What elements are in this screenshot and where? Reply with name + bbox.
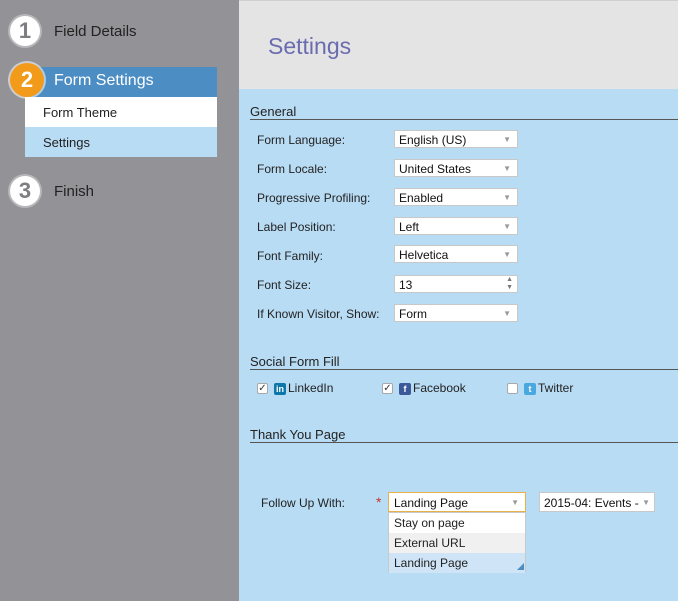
section-heading-general: General [250, 104, 297, 119]
follow-up-select[interactable]: Landing Page ▼ [388, 492, 526, 512]
social-option-twitter: t Twitter [507, 381, 607, 397]
substep-form-theme[interactable]: Form Theme [25, 97, 217, 127]
select-value: Form [399, 307, 427, 321]
dropdown-option-landing-page[interactable]: Landing Page [389, 553, 525, 573]
resize-grip-icon[interactable] [517, 563, 524, 570]
social-option-facebook: ✓ f Facebook [382, 381, 482, 397]
wizard-sidebar: 1 Field Details 2 Form Settings Form The… [0, 0, 239, 601]
form-language-select[interactable]: English (US) ▼ [394, 130, 518, 148]
substep-label: Settings [43, 135, 90, 150]
spin-arrows-icon[interactable]: ▲ ▼ [506, 276, 513, 292]
chevron-down-icon: ▼ [640, 498, 650, 507]
linkedin-icon: in [274, 383, 286, 395]
section-divider [250, 369, 678, 370]
social-label: Twitter [538, 381, 574, 395]
form-language-label: Form Language: [257, 133, 346, 147]
select-value: Enabled [399, 191, 444, 205]
facebook-checkbox[interactable]: ✓ [382, 383, 393, 394]
settings-panel: Settings General Form Language: English … [239, 0, 678, 601]
chevron-down-icon: ▼ [511, 498, 519, 507]
social-option-linkedin: ✓ in LinkedIn [257, 381, 357, 397]
required-indicator: * [376, 494, 382, 510]
label-position-select[interactable]: Left ▼ [394, 217, 518, 235]
section-heading-thankyou: Thank You Page [250, 427, 346, 442]
chevron-down-icon: ▼ [503, 309, 511, 318]
page-title: Settings [268, 33, 352, 59]
linkedin-checkbox[interactable]: ✓ [257, 383, 268, 394]
select-value: Landing Page [394, 496, 469, 510]
option-label: External URL [394, 536, 466, 550]
dropdown-option-external-url[interactable]: External URL [389, 533, 525, 553]
select-value: United States [399, 162, 472, 176]
substep-label: Form Theme [43, 105, 118, 120]
known-visitor-label: If Known Visitor, Show: [257, 307, 380, 321]
label-position-label: Label Position: [257, 220, 336, 234]
panel-header: Settings [239, 0, 678, 89]
social-label: LinkedIn [288, 381, 334, 395]
form-locale-label: Form Locale: [257, 162, 328, 176]
select-value: English (US) [399, 133, 467, 147]
wizard-step-field-details[interactable]: 1 Field Details [0, 16, 239, 48]
progressive-profiling-label: Progressive Profiling: [257, 191, 371, 205]
step-label-active: Form Settings [54, 72, 154, 89]
step-number-badge-active: 2 [10, 63, 44, 97]
progressive-profiling-select[interactable]: Enabled ▼ [394, 188, 518, 206]
step-label: Finish [54, 183, 95, 200]
stepper-value: 13 [399, 278, 413, 292]
twitter-icon: t [524, 383, 536, 395]
font-size-label: Font Size: [257, 278, 312, 292]
chevron-down-icon: ▼ [503, 193, 511, 202]
landing-page-select[interactable]: 2015-04: Events - C ▼ [539, 492, 655, 512]
social-label: Facebook [413, 381, 466, 395]
section-divider [250, 442, 678, 443]
substep-settings[interactable]: Settings [25, 127, 217, 157]
font-size-stepper[interactable]: 13 ▲ ▼ [394, 275, 518, 293]
option-label: Stay on page [394, 516, 465, 530]
chevron-down-icon: ▼ [503, 164, 511, 173]
follow-up-label: Follow Up With: [261, 496, 346, 510]
step-number-badge: 3 [10, 176, 40, 206]
select-value: Left [399, 220, 420, 234]
select-value: 2015-04: Events - C [544, 496, 651, 510]
chevron-down-icon: ▼ [503, 222, 511, 231]
follow-up-dropdown-list: Stay on page External URL Landing Page [388, 512, 526, 573]
font-family-label: Font Family: [257, 249, 324, 263]
font-family-select[interactable]: Helvetica ▼ [394, 245, 518, 263]
form-locale-select[interactable]: United States ▼ [394, 159, 518, 177]
step-number-badge: 1 [10, 16, 40, 46]
section-divider [250, 119, 678, 120]
wizard-step-finish[interactable]: 3 Finish [0, 176, 239, 208]
step-label: Field Details [54, 23, 137, 40]
chevron-down-icon: ▼ [503, 135, 511, 144]
chevron-down-icon: ▼ [503, 250, 511, 259]
option-label: Landing Page [394, 556, 469, 570]
twitter-checkbox[interactable] [507, 383, 518, 394]
section-heading-social: Social Form Fill [250, 354, 340, 369]
dropdown-option-stay-on-page[interactable]: Stay on page [389, 513, 525, 533]
facebook-icon: f [399, 383, 411, 395]
known-visitor-select[interactable]: Form ▼ [394, 304, 518, 322]
select-value: Helvetica [399, 248, 449, 262]
